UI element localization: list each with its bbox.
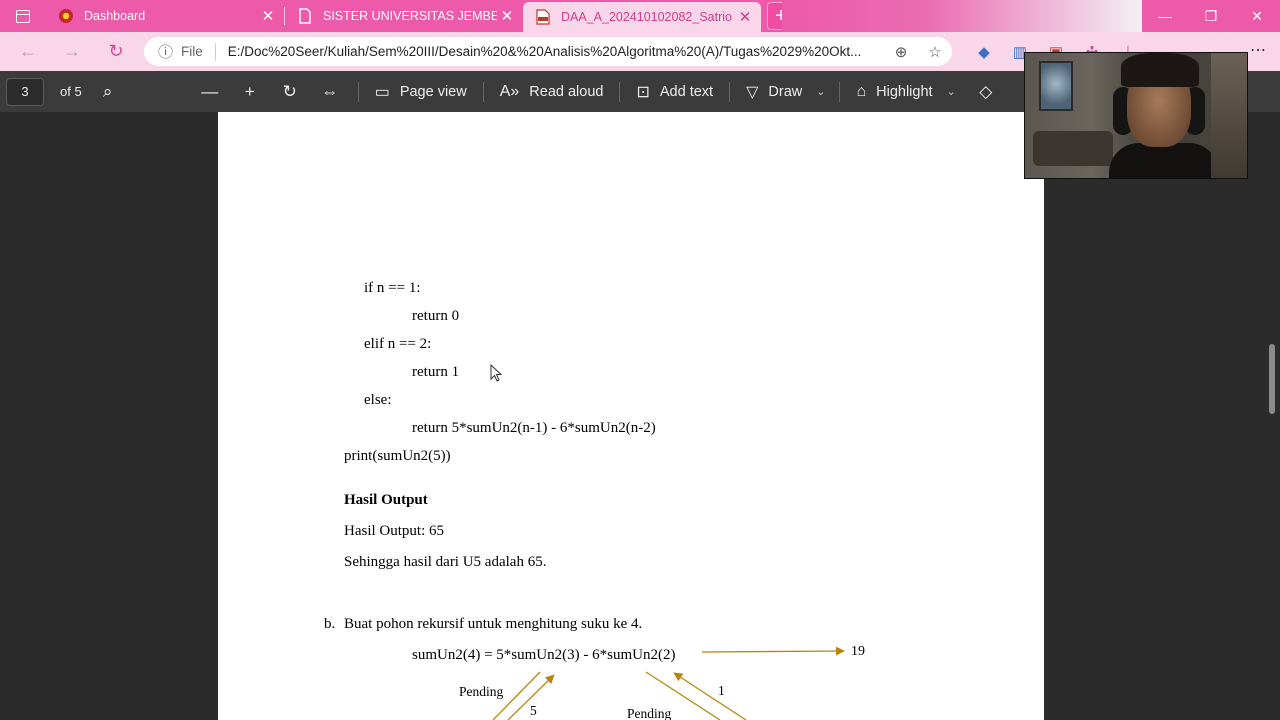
tab-pdf[interactable]: DAA_A_202410102082_Satrio W ✕ (523, 2, 761, 32)
scrollbar-thumb[interactable] (1269, 344, 1275, 414)
mouse-cursor-icon (490, 364, 503, 382)
tab-strip-fill (782, 0, 1142, 32)
person-body (1109, 143, 1219, 178)
favorite-icon[interactable]: ☆ (918, 43, 952, 61)
minimize-icon[interactable]: — (1142, 0, 1188, 32)
more-menu-icon[interactable]: ⋯ (1250, 40, 1266, 60)
tab-dashboard[interactable]: Dashboard ✕ (46, 0, 284, 32)
info-icon[interactable]: ⓘ (158, 41, 173, 62)
scheme-label: File (181, 44, 203, 59)
toolbar-divider (729, 81, 731, 102)
read-aloud-label: Read aloud (529, 83, 604, 100)
close-icon[interactable]: ✕ (258, 7, 278, 25)
page-icon (297, 8, 313, 24)
webcam-overlay (1024, 52, 1248, 179)
window-controls: — ❐ ✕ (1142, 0, 1280, 32)
person-hair (1121, 53, 1199, 87)
tab-actions-icon[interactable] (0, 0, 46, 32)
eraser-icon[interactable]: ◇ (966, 82, 1006, 102)
toolbar-divider (839, 81, 841, 102)
arrow-to-result (701, 646, 845, 656)
sofa (1033, 131, 1113, 166)
highlight-button[interactable]: ⌂ Highlight (848, 83, 940, 101)
highlight-label: Highlight (876, 83, 933, 100)
pdf-page: if n == 1: return 0 elif n == 2: return … (218, 112, 1044, 720)
add-text-label: Add text (659, 83, 714, 100)
page-view-button[interactable]: ▭ Page view (367, 82, 475, 102)
forward-icon[interactable]: → (50, 32, 94, 71)
zoom-icon[interactable]: ⊕ (884, 43, 918, 61)
chevron-down-icon[interactable]: ⌄ (816, 85, 825, 98)
add-text-button[interactable]: ⊡ Add text (628, 82, 721, 102)
tab-label: Dashboard (84, 9, 146, 23)
draw-button[interactable]: ▽ Draw (738, 82, 810, 102)
back-icon[interactable]: ← (6, 32, 50, 71)
fit-page-icon[interactable]: ⇔ (310, 82, 350, 102)
pdf-icon (535, 9, 551, 25)
highlight-icon: ⌂ (856, 82, 867, 100)
scrollbar[interactable] (1264, 112, 1280, 720)
page-number-input[interactable]: 3 (6, 77, 44, 106)
toolbar-divider (619, 81, 621, 102)
rotate-icon[interactable]: ↻ (270, 82, 310, 102)
toolbar-divider (482, 81, 484, 102)
search-icon[interactable]: ⌕ (88, 82, 128, 102)
add-text-icon: ⊡ (636, 83, 650, 101)
divider (214, 42, 216, 61)
draw-label: Draw (768, 83, 803, 100)
close-icon[interactable]: ✕ (735, 8, 755, 26)
url-text[interactable]: E:/Doc%20Seer/Kuliah/Sem%20III/Desain%20… (228, 44, 884, 59)
tab-sister[interactable]: SISTER UNIVERSITAS JEMBER ✕ (285, 0, 523, 32)
pdf-viewer[interactable]: if n == 1: return 0 elif n == 2: return … (0, 112, 1280, 720)
chevron-down-icon[interactable]: ⌄ (947, 85, 956, 98)
restore-icon[interactable]: ❐ (1188, 0, 1234, 32)
close-window-icon[interactable]: ✕ (1234, 0, 1280, 32)
shield-icon (58, 8, 74, 24)
refresh-icon[interactable]: ↻ (94, 32, 138, 71)
page-view-label: Page view (399, 83, 467, 100)
zoom-in-icon[interactable]: + (230, 82, 270, 102)
zoom-out-icon[interactable]: — (190, 82, 230, 102)
recursion-tree-arrows (492, 646, 845, 720)
extension-icon[interactable]: ◆ (966, 43, 1002, 61)
close-icon[interactable]: ✕ (497, 7, 517, 25)
tab-label: DAA_A_202410102082_Satrio W (561, 10, 735, 24)
read-aloud-icon: A» (499, 82, 520, 100)
page-count: of 5 (60, 84, 82, 99)
wall-painting (1039, 61, 1073, 111)
draw-icon: ▽ (746, 83, 759, 101)
read-aloud-button[interactable]: A» Read aloud (492, 83, 612, 101)
toolbar-divider (357, 81, 359, 102)
url-field[interactable]: ⓘ File E:/Doc%20Seer/Kuliah/Sem%20III/De… (144, 37, 952, 66)
tab-label: SISTER UNIVERSITAS JEMBER (323, 9, 497, 23)
room-right (1211, 53, 1247, 178)
page-view-icon: ▭ (374, 83, 390, 101)
tab-strip: Dashboard ✕ SISTER UNIVERSITAS JEMBER ✕ … (0, 0, 1280, 32)
